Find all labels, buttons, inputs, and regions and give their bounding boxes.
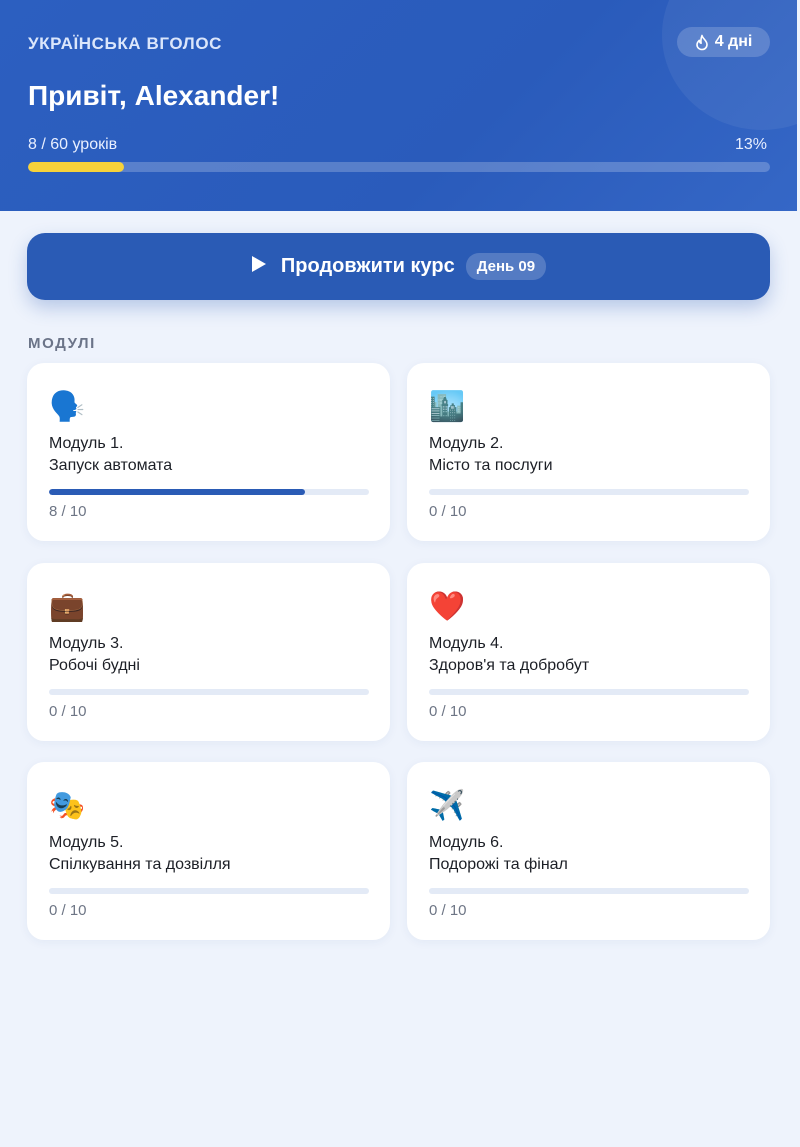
greeting-title: Привіт, Alexander! <box>28 80 280 111</box>
module-card-2[interactable]: 🏙️ Модуль 2. Місто та послуги 0 / 10 <box>407 363 770 541</box>
module-title: Місто та послуги <box>429 457 553 474</box>
module-lesson-count: 0 / 10 <box>49 703 87 720</box>
heart-icon: ❤️ <box>429 589 466 623</box>
briefcase-icon: 💼 <box>49 589 86 623</box>
day-badge: День 09 <box>465 253 547 280</box>
app-brand: УКРАЇНСЬКА ВГОЛОС <box>28 34 223 53</box>
module-card-3[interactable]: 💼 Модуль 3. Робочі будні 0 / 10 <box>27 563 390 741</box>
module-title: Здоров'я та добробут <box>429 657 590 674</box>
module-lesson-count: 0 / 10 <box>429 503 467 520</box>
module-progress-bar <box>49 489 369 495</box>
module-card-6[interactable]: ✈️ Модуль 6. Подорожі та фінал 0 / 10 <box>407 762 770 940</box>
module-number: Модуль 6. <box>429 834 504 851</box>
modules-section-title: МОДУЛІ <box>28 335 96 352</box>
module-progress-bar <box>49 888 369 894</box>
cityscape-icon: 🏙️ <box>429 389 466 423</box>
speaking-head-icon: 🗣️ <box>49 389 86 423</box>
module-number: Модуль 1. <box>49 435 124 452</box>
module-lesson-count: 0 / 10 <box>429 703 467 720</box>
header-banner: УКРАЇНСЬКА ВГОЛОС 4 дні Привіт, Alexande… <box>0 0 797 211</box>
flame-icon <box>695 34 709 51</box>
module-title: Робочі будні <box>49 657 140 674</box>
theater-masks-icon: 🎭 <box>49 788 86 822</box>
module-progress-bar <box>429 489 749 495</box>
module-progress-bar <box>429 888 749 894</box>
header-decoration <box>662 0 797 130</box>
module-progress-fill <box>49 489 305 495</box>
module-title: Запуск автомата <box>49 457 173 474</box>
play-icon <box>251 255 267 278</box>
continue-course-button[interactable]: Продовжити курс День 09 <box>27 233 770 300</box>
module-progress-bar <box>49 689 369 695</box>
module-title: Спілкування та дозвілля <box>49 856 231 873</box>
module-number: Модуль 4. <box>429 635 504 652</box>
module-lesson-count: 0 / 10 <box>49 902 87 919</box>
lessons-progress-text: 8 / 60 уроків <box>28 136 118 153</box>
app-root: УКРАЇНСЬКА ВГОЛОС 4 дні Привіт, Alexande… <box>0 0 800 1147</box>
airplane-icon: ✈️ <box>429 788 466 822</box>
module-lesson-count: 0 / 10 <box>429 902 467 919</box>
streak-badge[interactable]: 4 дні <box>677 27 770 57</box>
module-card-1[interactable]: 🗣️ Модуль 1. Запуск автомата 8 / 10 <box>27 363 390 541</box>
continue-course-label: Продовжити курс <box>280 255 455 277</box>
module-title: Подорожі та фінал <box>429 856 568 873</box>
course-progress-bar <box>28 162 770 172</box>
module-card-5[interactable]: 🎭 Модуль 5. Спілкування та дозвілля 0 / … <box>27 762 390 940</box>
module-progress-bar <box>429 689 749 695</box>
module-number: Модуль 3. <box>49 635 124 652</box>
course-progress-fill <box>28 162 125 172</box>
module-lesson-count: 8 / 10 <box>49 503 87 520</box>
module-number: Модуль 2. <box>429 435 504 452</box>
module-number: Модуль 5. <box>49 834 124 851</box>
module-card-4[interactable]: ❤️ Модуль 4. Здоров'я та добробут 0 / 10 <box>407 563 770 741</box>
streak-label: 4 дні <box>714 33 753 50</box>
progress-percent: 13% <box>734 136 767 153</box>
